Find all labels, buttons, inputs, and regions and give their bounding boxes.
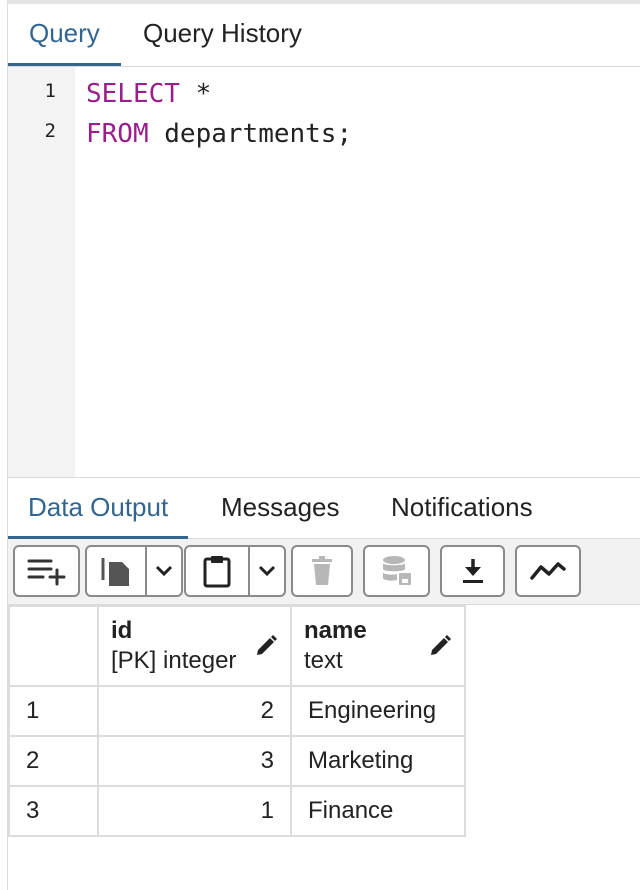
cell-id[interactable]: 1 [97, 785, 292, 837]
column-name: name [304, 617, 367, 644]
paste-options-button[interactable] [248, 545, 286, 597]
table-row[interactable]: 3 1 Finance [8, 785, 466, 837]
cell-id[interactable]: 3 [97, 735, 292, 787]
sql-keyword: SELECT [86, 79, 180, 109]
line-gutter: 1 2 [8, 67, 75, 477]
row-number[interactable]: 3 [8, 785, 99, 837]
row-number-header [8, 605, 99, 687]
chevron-down-icon [258, 565, 276, 577]
code-text: departments; [148, 119, 353, 149]
sql-keyword: FROM [86, 119, 149, 149]
sql-editor[interactable]: 1 2 SELECT * FROM departments; [8, 67, 640, 477]
column-type: [PK] integer [111, 647, 237, 674]
output-tabs: Data Output Messages Notifications [8, 477, 640, 539]
graph-icon [530, 560, 566, 582]
cell-name[interactable]: Engineering [290, 685, 466, 737]
save-data-button[interactable] [363, 545, 430, 597]
download-icon [460, 557, 486, 585]
cell-name[interactable]: Marketing [290, 735, 466, 787]
copy-button[interactable] [85, 545, 147, 597]
tab-messages[interactable]: Messages [201, 478, 360, 539]
save-data-icon [381, 554, 413, 588]
delete-button[interactable] [291, 545, 353, 597]
graph-button[interactable] [515, 545, 581, 597]
tab-data-output[interactable]: Data Output [8, 478, 189, 539]
delete-icon [310, 556, 334, 586]
query-tabs: Query Query History [8, 4, 640, 67]
tab-query-history[interactable]: Query History [122, 4, 323, 66]
code-text: * [179, 79, 212, 109]
add-row-icon [27, 556, 67, 586]
row-number[interactable]: 2 [8, 735, 99, 787]
line-number: 2 [44, 120, 56, 142]
tab-notifications[interactable]: Notifications [371, 478, 553, 539]
row-number[interactable]: 1 [8, 685, 99, 737]
column-header-id[interactable]: id [PK] integer [97, 605, 292, 687]
cell-id[interactable]: 2 [97, 685, 292, 737]
column-type: text [304, 647, 343, 674]
code-line: SELECT * [86, 79, 211, 109]
download-button[interactable] [440, 545, 505, 597]
chevron-down-icon [155, 565, 173, 577]
code-line: FROM departments; [86, 119, 352, 149]
result-grid: id [PK] integer name text 1 2 Engineerin… [8, 605, 466, 837]
column-header-name[interactable]: name text [290, 605, 466, 687]
tab-query[interactable]: Query [8, 4, 121, 66]
pencil-icon[interactable] [254, 634, 278, 658]
add-row-button[interactable] [13, 545, 80, 597]
copy-options-button[interactable] [145, 545, 183, 597]
cell-name[interactable]: Finance [290, 785, 466, 837]
data-toolbar [8, 539, 640, 605]
pencil-icon[interactable] [428, 634, 452, 658]
grid-header-row: id [PK] integer name text [8, 605, 466, 687]
paste-icon [202, 554, 232, 588]
column-name: id [111, 617, 133, 644]
table-row[interactable]: 2 3 Marketing [8, 735, 466, 787]
table-row[interactable]: 1 2 Engineering [8, 685, 466, 737]
paste-button[interactable] [184, 545, 250, 597]
copy-icon [100, 554, 132, 588]
line-number: 1 [44, 80, 56, 102]
